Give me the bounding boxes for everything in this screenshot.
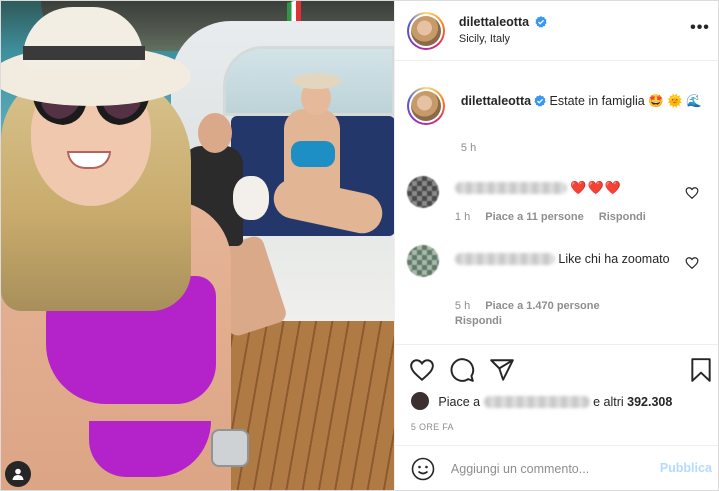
author-avatar[interactable] (406, 12, 445, 50)
caption-emoji: 🤩 🌞 🌊 (648, 94, 702, 108)
seated-woman-hat (293, 73, 341, 89)
comment-likes[interactable]: Piace a 11 persone (485, 211, 583, 223)
caption-text: Estate in famiglia (549, 94, 645, 108)
sun-hat-band (23, 46, 145, 60)
verified-badge-icon (534, 95, 546, 107)
heart-icon[interactable] (685, 186, 699, 200)
comment-meta: 5 h Piace a 1.470 persone Rispondi (455, 299, 655, 329)
comment-likes[interactable]: Piace a 1.470 persone (485, 300, 599, 312)
heart-icon[interactable] (409, 357, 435, 383)
comment-body: Like chi ha zoomato (454, 250, 685, 268)
author-info: dilettaleotta Sicily, Italy (459, 15, 548, 45)
more-horizontal-icon[interactable]: ••• (690, 20, 710, 36)
comment-text: ❤️❤️❤️ (570, 180, 622, 195)
likes-middle: e altri (593, 395, 624, 409)
comment-time[interactable]: 5 h (455, 300, 470, 312)
comment-text: Like chi ha zoomato (558, 252, 670, 266)
add-comment-bar: Pubblica (394, 445, 718, 491)
comment-avatar[interactable] (406, 245, 439, 277)
likes-count[interactable]: 392.308 (627, 395, 672, 409)
likes-prefix: Piace a (438, 395, 481, 409)
emoji-icon[interactable] (411, 457, 435, 481)
blurred-username (454, 182, 567, 194)
verified-badge-icon (535, 16, 548, 28)
comment-meta: 1 h Piace a 11 persone Rispondi (455, 211, 646, 223)
post-location[interactable]: Sicily, Italy (459, 33, 548, 45)
likes-summary: Piace a e altri 392.308 (410, 392, 672, 410)
comment-avatar[interactable] (406, 176, 439, 208)
caption-time[interactable]: 5 h (461, 142, 476, 154)
seated-man-head (198, 113, 232, 153)
comment-time[interactable]: 1 h (455, 211, 470, 223)
blurred-liker-username (483, 396, 590, 408)
post-photo[interactable] (1, 1, 394, 490)
comment-body: ❤️❤️❤️ (454, 180, 685, 196)
camera (211, 429, 249, 467)
blurred-username (454, 253, 555, 265)
post-header: dilettaleotta Sicily, Italy ••• (394, 1, 718, 61)
posted-time[interactable]: 5 ORE FA (411, 422, 454, 432)
post-sidebar: dilettaleotta Sicily, Italy ••• dilettal… (393, 1, 718, 491)
liker-avatar[interactable] (410, 392, 429, 410)
share-icon[interactable] (489, 357, 515, 383)
heart-icon[interactable] (685, 256, 699, 270)
caption-text-block: dilettaleotta Estate in famiglia 🤩 🌞 🌊 (461, 92, 707, 111)
reply-button[interactable]: Rispondi (599, 211, 646, 223)
publish-button[interactable]: Pubblica (660, 461, 712, 475)
author-username[interactable]: dilettaleotta (459, 15, 529, 29)
blue-swimsuit (291, 141, 335, 167)
comment-item: ❤️❤️❤️ 1 h Piace a 11 persone Rispondi (406, 176, 707, 236)
comment-item: Like chi ha zoomato 5 h Piace a 1.470 pe… (406, 245, 707, 331)
caption-avatar[interactable] (406, 87, 445, 125)
post-actions: Piace a e altri 392.308 5 ORE FA Pubblic… (394, 344, 718, 491)
caption-username[interactable]: dilettaleotta (461, 94, 531, 108)
bookmark-icon[interactable] (688, 357, 714, 383)
reply-button[interactable]: Rispondi (455, 315, 502, 327)
comment-input[interactable] (450, 459, 641, 479)
instagram-post: dilettaleotta Sicily, Italy ••• dilettal… (0, 0, 719, 491)
comment-icon[interactable] (449, 357, 475, 383)
white-dog (233, 176, 269, 220)
user-tag-icon[interactable] (5, 461, 31, 487)
